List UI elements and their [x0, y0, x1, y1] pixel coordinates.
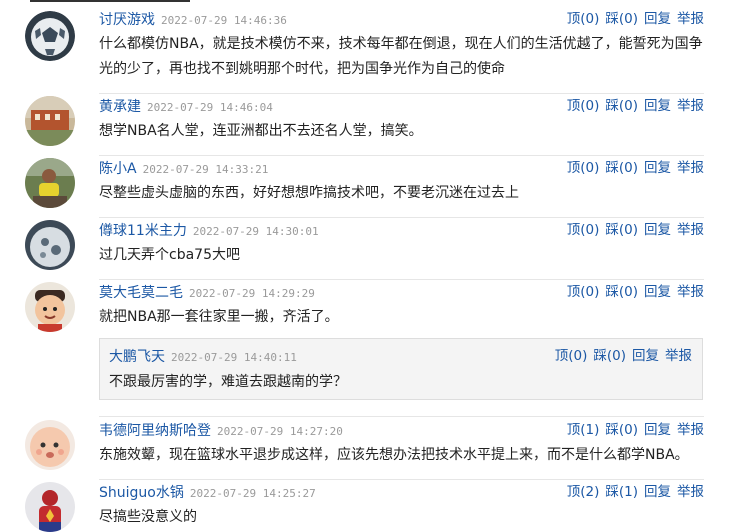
report-button[interactable]: 举报	[677, 11, 704, 27]
report-button[interactable]: 举报	[677, 98, 704, 114]
reply-timestamp: 2022-07-29 14:40:11	[171, 351, 297, 364]
comment-timestamp: 2022-07-29 14:33:21	[142, 163, 269, 176]
downvote-button[interactable]: 踩(0)	[605, 284, 638, 300]
comment-username[interactable]: 莫大毛莫二毛	[99, 285, 183, 301]
report-button[interactable]: 举报	[677, 222, 704, 238]
report-button[interactable]: 举报	[677, 160, 704, 176]
comment-timestamp: 2022-07-29 14:46:04	[147, 101, 273, 114]
downvote-button[interactable]: 踩(0)	[593, 348, 626, 364]
previous-section-edge	[0, 0, 738, 6]
report-button[interactable]: 举报	[677, 284, 704, 300]
building-avatar[interactable]	[25, 96, 75, 146]
comment-timestamp: 2022-07-29 14:46:36	[161, 14, 287, 27]
upvote-button[interactable]: 顶(0)	[555, 348, 588, 364]
upvote-button[interactable]: 顶(1)	[567, 422, 600, 438]
nested-reply: 大鹏飞天 2022-07-29 14:40:11 顶(0) 踩(0) 回复 举报 不跟最…	[99, 338, 703, 400]
downvote-button[interactable]: 踩(1)	[605, 484, 638, 500]
soccer-ball-avatar[interactable]	[25, 11, 75, 61]
comment-divider	[99, 93, 704, 94]
report-button[interactable]: 举报	[677, 484, 704, 500]
reply-button[interactable]: 回复	[644, 484, 671, 500]
upvote-button[interactable]: 顶(0)	[567, 284, 600, 300]
downvote-button[interactable]: 踩(0)	[605, 98, 638, 114]
comment-username[interactable]: Shuiguo水锅	[99, 485, 184, 501]
report-button[interactable]: 举报	[677, 422, 704, 438]
upvote-button[interactable]: 顶(0)	[567, 11, 600, 27]
reply-button[interactable]: 回复	[644, 11, 671, 27]
downvote-button[interactable]: 踩(0)	[605, 160, 638, 176]
comment-timestamp: 2022-07-29 14:30:01	[192, 225, 319, 238]
comment-username[interactable]: 陈小A	[99, 161, 137, 177]
comment-username[interactable]: 讨厌游戏	[99, 12, 155, 28]
comment-timestamp: 2022-07-29 14:25:27	[189, 487, 316, 500]
upvote-button[interactable]: 顶(0)	[567, 98, 600, 114]
superhero-avatar[interactable]	[25, 482, 75, 532]
comment-text: 就把NBA那一套往家里一搬，齐活了。	[99, 309, 339, 325]
comment-divider	[99, 155, 704, 156]
reply-button[interactable]: 回复	[644, 222, 671, 238]
baby-avatar[interactable]	[25, 420, 75, 470]
reply-button[interactable]: 回复	[644, 160, 671, 176]
ball-avatar[interactable]	[25, 220, 75, 270]
comment-text: 什么都模仿NBA，就是技术模仿不来，技术每年都在倒退，现在人们的生活优越了，能誓…	[99, 36, 703, 77]
comment-divider	[99, 279, 704, 280]
downvote-button[interactable]: 踩(0)	[605, 11, 638, 27]
reply-text: 不跟最厉害的学，难道去跟越南的学？	[109, 374, 347, 390]
reply-username[interactable]: 大鹏飞天	[109, 349, 165, 365]
comment-text: 东施效颦，现在篮球水平退步成这样，应该先想办法把技术水平提上来，而不是什么都学N…	[99, 447, 689, 463]
comment-username[interactable]: 僔球11米主力	[99, 223, 187, 239]
reply-button[interactable]: 回复	[644, 98, 671, 114]
reply-button[interactable]: 回复	[632, 348, 659, 364]
comment-text: 过几天弄个cba75大吧	[99, 247, 240, 263]
report-button[interactable]: 举报	[665, 348, 692, 364]
upvote-button[interactable]: 顶(2)	[567, 484, 600, 500]
comment-timestamp: 2022-07-29 14:29:29	[189, 287, 315, 300]
downvote-button[interactable]: 踩(0)	[605, 422, 638, 438]
comment-timestamp: 2022-07-29 14:27:20	[217, 425, 343, 438]
upvote-button[interactable]: 顶(0)	[567, 222, 600, 238]
upvote-button[interactable]: 顶(0)	[567, 160, 600, 176]
comment-divider	[99, 217, 704, 218]
downvote-button[interactable]: 踩(0)	[605, 222, 638, 238]
comment-username[interactable]: 韦德阿里纳斯哈登	[99, 423, 211, 439]
comment-text: 尽整些虚头虚脑的东西，好好想想咋搞技术吧，不要老沉迷在过去上	[99, 185, 519, 201]
reply-button[interactable]: 回复	[644, 422, 671, 438]
cartoon-boy-avatar[interactable]	[25, 282, 75, 332]
person-avatar[interactable]	[25, 158, 75, 208]
reply-button[interactable]: 回复	[644, 284, 671, 300]
comment-divider	[99, 479, 704, 480]
comment-text: 尽搞些没意义的	[99, 509, 197, 525]
comment-text: 想学NBA名人堂，连亚洲都出不去还名人堂，搞笑。	[99, 123, 423, 139]
comment-divider	[99, 416, 704, 417]
comment-username[interactable]: 黄承建	[99, 99, 141, 115]
